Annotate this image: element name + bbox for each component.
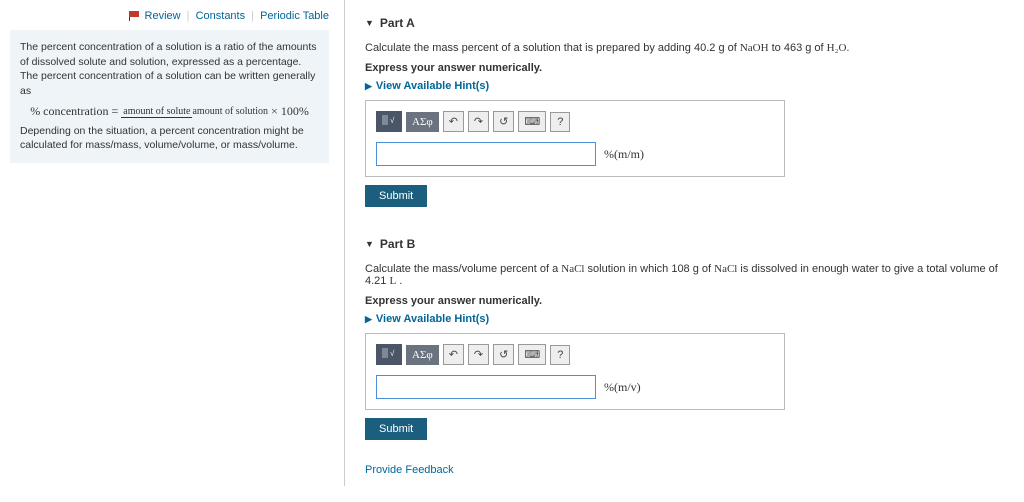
chem-h2o: H₂O bbox=[827, 42, 847, 54]
formula-denominator: amount of solution bbox=[192, 106, 268, 117]
chem-naoh: NaOH bbox=[740, 42, 769, 54]
part-b-unit: %(m/v) bbox=[604, 380, 641, 395]
templates-icon[interactable]: √ bbox=[376, 344, 402, 365]
concentration-formula: % concentration = amount of soluteamount… bbox=[20, 103, 319, 120]
caret-down-icon: ▼ bbox=[365, 18, 374, 28]
formula-right: × 100% bbox=[271, 104, 309, 118]
part-b-answer-box: √ ΑΣφ ↶ ↷ ↺ ⌨ ? %(m/v) bbox=[365, 333, 785, 410]
periodic-table-link[interactable]: Periodic Table bbox=[260, 10, 329, 22]
part-b-question: Calculate the mass/volume percent of a N… bbox=[365, 263, 1004, 287]
review-link[interactable]: Review bbox=[145, 10, 181, 22]
part-b-header[interactable]: ▼ Part B bbox=[365, 231, 1004, 257]
flag-icon bbox=[129, 10, 141, 22]
part-a-answer-box: √ ΑΣφ ↶ ↷ ↺ ⌨ ? %(m/m) bbox=[365, 100, 785, 177]
undo-icon[interactable]: ↶ bbox=[443, 344, 464, 365]
info-paragraph-2: Depending on the situation, a percent co… bbox=[20, 125, 304, 152]
formula-numerator: amount of solute bbox=[121, 106, 192, 118]
part-b-title: Part B bbox=[380, 237, 415, 251]
redo-icon[interactable]: ↷ bbox=[468, 344, 489, 365]
help-icon[interactable]: ? bbox=[550, 345, 570, 365]
part-b-submit-button[interactable]: Submit bbox=[365, 418, 427, 440]
q-text: Calculate the mass percent of a solution… bbox=[365, 42, 740, 54]
redo-icon[interactable]: ↷ bbox=[468, 111, 489, 132]
svg-text:√: √ bbox=[390, 116, 395, 125]
svg-text:√: √ bbox=[390, 349, 395, 358]
part-a-express: Express your answer numerically. bbox=[365, 62, 1004, 74]
separator: | bbox=[251, 10, 254, 22]
keyboard-icon[interactable]: ⌨ bbox=[518, 111, 546, 132]
part-a-answer-input[interactable] bbox=[376, 142, 596, 166]
q-text: solution in which 108 g of bbox=[585, 263, 715, 275]
info-paragraph-1: The percent concentration of a solution … bbox=[20, 41, 317, 97]
part-b-express: Express your answer numerically. bbox=[365, 295, 1004, 307]
undo-icon[interactable]: ↶ bbox=[443, 111, 464, 132]
part-a-hints-link[interactable]: View Available Hint(s) bbox=[365, 80, 1004, 92]
q-text: . bbox=[846, 42, 849, 54]
reset-icon[interactable]: ↺ bbox=[493, 111, 514, 132]
chem-nacl: NaCl bbox=[714, 263, 737, 275]
formula-left: % concentration = bbox=[30, 104, 118, 118]
constants-link[interactable]: Constants bbox=[196, 10, 246, 22]
templates-icon[interactable]: √ bbox=[376, 111, 402, 132]
part-a-header[interactable]: ▼ Part A bbox=[365, 10, 1004, 36]
part-a-unit: %(m/m) bbox=[604, 147, 644, 162]
keyboard-icon[interactable]: ⌨ bbox=[518, 344, 546, 365]
help-icon[interactable]: ? bbox=[550, 112, 570, 132]
part-a-question: Calculate the mass percent of a solution… bbox=[365, 42, 1004, 54]
part-b-answer-input[interactable] bbox=[376, 375, 596, 399]
part-a-submit-button[interactable]: Submit bbox=[365, 185, 427, 207]
info-box: The percent concentration of a solution … bbox=[10, 30, 329, 163]
symbols-icon[interactable]: ΑΣφ bbox=[406, 112, 439, 132]
chem-nacl: NaCl bbox=[561, 263, 584, 275]
caret-down-icon: ▼ bbox=[365, 239, 374, 249]
q-text: . bbox=[396, 275, 402, 287]
provide-feedback-link[interactable]: Provide Feedback bbox=[365, 464, 1004, 476]
symbols-icon[interactable]: ΑΣφ bbox=[406, 345, 439, 365]
part-a-title: Part A bbox=[380, 16, 415, 30]
part-b-hints-link[interactable]: View Available Hint(s) bbox=[365, 313, 1004, 325]
q-text: to 463 g of bbox=[769, 42, 827, 54]
reset-icon[interactable]: ↺ bbox=[493, 344, 514, 365]
separator: | bbox=[187, 10, 190, 22]
q-text: Calculate the mass/volume percent of a bbox=[365, 263, 561, 275]
